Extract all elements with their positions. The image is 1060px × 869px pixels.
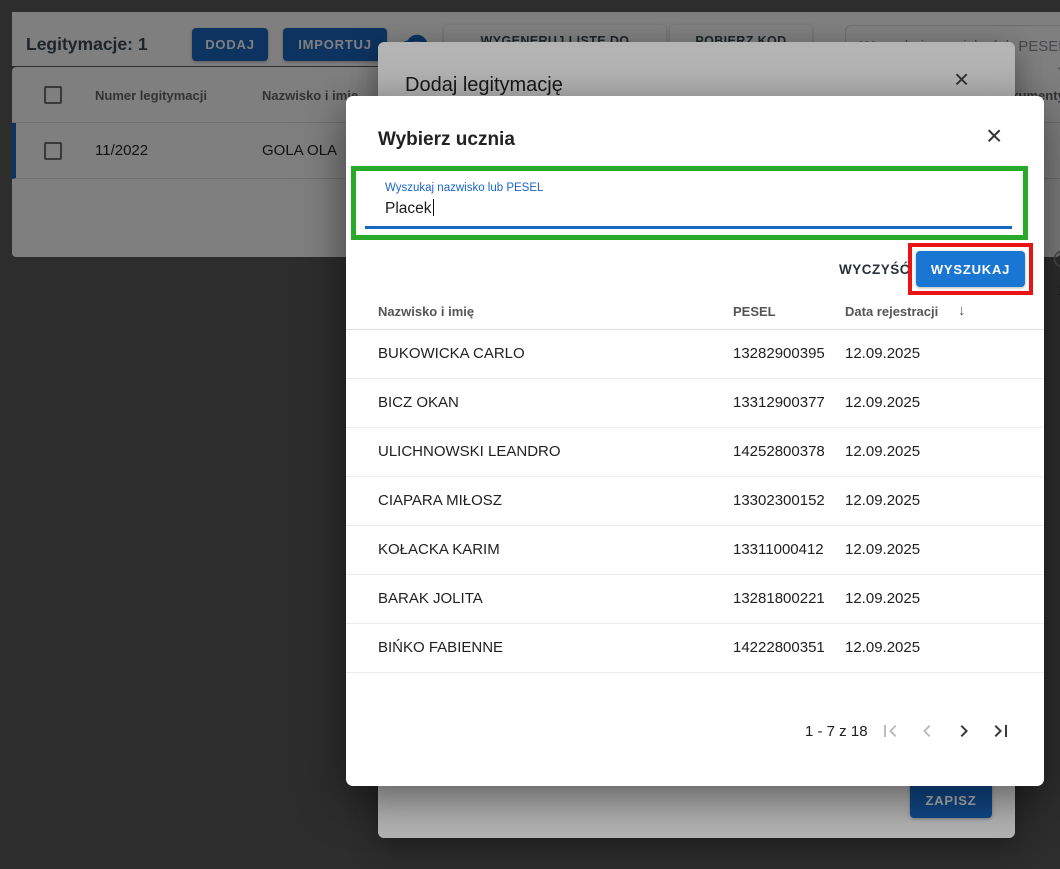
last-page-icon[interactable] [989, 719, 1013, 743]
col-name[interactable]: Nazwisko i imię [378, 304, 474, 319]
student-row[interactable]: BIŃKO FABIENNE 14222800351 12.09.2025 [346, 624, 1044, 673]
student-pesel: 13302300152 [733, 492, 825, 509]
student-name: CIAPARA MIŁOSZ [378, 492, 502, 509]
text-cursor [433, 199, 435, 216]
student-pesel: 13282900395 [733, 345, 825, 362]
student-name: KOŁACKA KARIM [378, 541, 500, 558]
student-date: 12.09.2025 [845, 394, 920, 411]
student-pesel: 13311000412 [733, 541, 824, 558]
student-table-header: Nazwisko i imię PESEL Data rejestracji ↓ [346, 296, 1044, 330]
paginator-range: 1 - 7 z 18 [805, 723, 868, 740]
student-modal-title: Wybierz ucznia [378, 129, 515, 151]
student-date: 12.09.2025 [845, 590, 920, 607]
student-pesel: 13281800221 [733, 590, 825, 607]
student-modal-close-icon[interactable]: × [986, 122, 1002, 150]
student-row[interactable]: BICZ OKAN 13312900377 12.09.2025 [346, 379, 1044, 428]
student-pesel: 14222800351 [733, 639, 825, 656]
student-row[interactable]: BARAK JOLITA 13281800221 12.09.2025 [346, 575, 1044, 624]
student-name: ULICHNOWSKI LEANDRO [378, 443, 561, 460]
student-name: BICZ OKAN [378, 394, 459, 411]
student-name: BIŃKO FABIENNE [378, 639, 503, 656]
next-page-icon[interactable] [952, 719, 976, 743]
col-date[interactable]: Data rejestracji [845, 304, 938, 319]
student-search-input[interactable]: Placek [385, 199, 434, 218]
col-pesel[interactable]: PESEL [733, 304, 776, 319]
student-date: 12.09.2025 [845, 639, 920, 656]
student-row[interactable]: KOŁACKA KARIM 13311000412 12.09.2025 [346, 526, 1044, 575]
student-date: 12.09.2025 [845, 541, 920, 558]
wyszukaj-button[interactable]: WYSZUKAJ [916, 251, 1025, 287]
wyczysc-button[interactable]: WYCZYŚĆ [833, 253, 909, 285]
student-row[interactable]: CIAPARA MIŁOSZ 13302300152 12.09.2025 [346, 477, 1044, 526]
first-page-icon[interactable] [878, 719, 902, 743]
student-pesel: 14252800378 [733, 443, 825, 460]
student-date: 12.09.2025 [845, 345, 920, 362]
prev-page-icon[interactable] [915, 719, 939, 743]
student-name: BARAK JOLITA [378, 590, 483, 607]
student-date: 12.09.2025 [845, 492, 920, 509]
student-name: BUKOWICKA CARLO [378, 345, 525, 362]
student-rows: BUKOWICKA CARLO 13282900395 12.09.2025 B… [346, 330, 1044, 673]
paginator: 1 - 7 z 18 [346, 711, 1044, 757]
student-search-label: Wyszukaj nazwisko lub PESEL [385, 182, 543, 194]
field-focus-underline [365, 226, 1012, 229]
sort-desc-icon[interactable]: ↓ [958, 302, 966, 319]
student-pesel: 13312900377 [733, 394, 825, 411]
wybierz-ucznia-modal: Wybierz ucznia × Wyszukaj nazwisko lub P… [346, 96, 1044, 786]
student-row[interactable]: BUKOWICKA CARLO 13282900395 12.09.2025 [346, 330, 1044, 379]
student-date: 12.09.2025 [845, 443, 920, 460]
student-search-value: Placek [385, 200, 432, 217]
student-row[interactable]: ULICHNOWSKI LEANDRO 14252800378 12.09.20… [346, 428, 1044, 477]
